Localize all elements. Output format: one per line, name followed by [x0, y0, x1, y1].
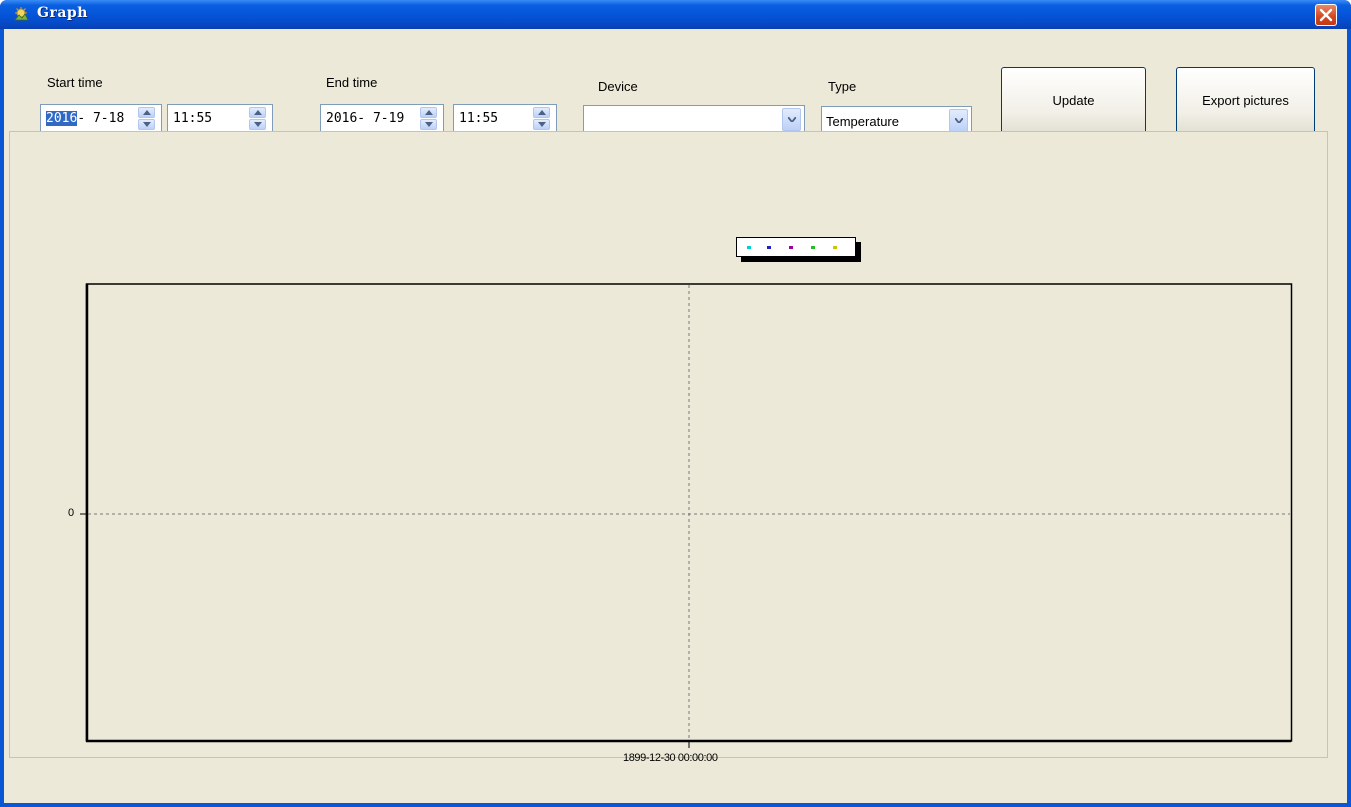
- chart-plot: [80, 283, 1293, 748]
- y-tick-label: 0: [68, 507, 75, 519]
- x-tick-label: 1899-12-30 00:00:00: [623, 752, 718, 764]
